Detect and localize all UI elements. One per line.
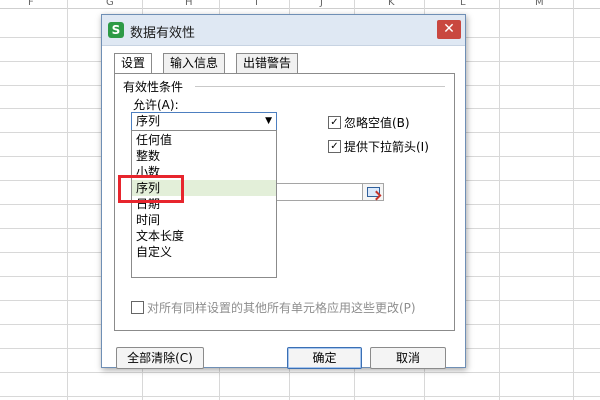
dropdown-option[interactable]: 自定义 (132, 244, 276, 260)
highlight-box (118, 175, 184, 203)
allow-label: 允许(A): (133, 98, 179, 112)
allow-select[interactable]: 序列 ▼ (131, 112, 277, 131)
tab-error-alert[interactable]: 出错警告 (236, 53, 299, 73)
ignore-blank-checkbox[interactable]: ✓ (328, 116, 341, 129)
dropdown-option[interactable]: 文本长度 (132, 228, 276, 244)
column-letter: M (535, 0, 544, 8)
apply-all-checkbox[interactable] (131, 301, 144, 314)
app-logo-icon: S (108, 22, 124, 38)
allow-select-value: 序列 (136, 114, 161, 128)
close-button[interactable]: ✕ (437, 20, 461, 39)
column-letter: K (388, 0, 395, 8)
dropdown-arrow-checkbox[interactable]: ✓ (328, 140, 341, 153)
column-letter: I (255, 0, 258, 8)
validation-criteria-heading: 有效性条件 (123, 80, 184, 94)
allow-dropdown-list: 任何值 整数 小数 序列 日期 时间 文本长度 自定义 (131, 130, 277, 278)
column-header-bar (0, 0, 600, 9)
ok-button[interactable]: 确定 (287, 347, 362, 369)
dropdown-option[interactable]: 整数 (132, 148, 276, 164)
apply-all-label: 对所有同样设置的其他所有单元格应用这些更改(P) (147, 301, 416, 315)
cancel-button[interactable]: 取消 (370, 347, 446, 369)
range-picker-icon[interactable] (362, 183, 384, 201)
clear-all-button[interactable]: 全部清除(C) (116, 347, 204, 369)
dialog-title: 数据有效性 (130, 26, 196, 41)
dropdown-option[interactable]: 任何值 (132, 132, 276, 148)
ignore-blank-label: 忽略空值(B) (344, 116, 410, 130)
dropdown-arrow-label: 提供下拉箭头(I) (344, 140, 429, 154)
dialog-titlebar[interactable]: S 数据有效性 ✕ (102, 15, 465, 46)
chevron-down-icon[interactable]: ▼ (265, 113, 272, 130)
column-letter: H (185, 0, 193, 8)
column-letter: L (460, 0, 466, 8)
column-letter: F (28, 0, 34, 8)
dropdown-option[interactable]: 时间 (132, 212, 276, 228)
column-letter: G (106, 0, 114, 8)
section-divider (195, 86, 445, 87)
column-letter: J (320, 0, 323, 8)
tab-input-message[interactable]: 输入信息 (163, 53, 226, 73)
tab-settings[interactable]: 设置 (114, 53, 153, 74)
